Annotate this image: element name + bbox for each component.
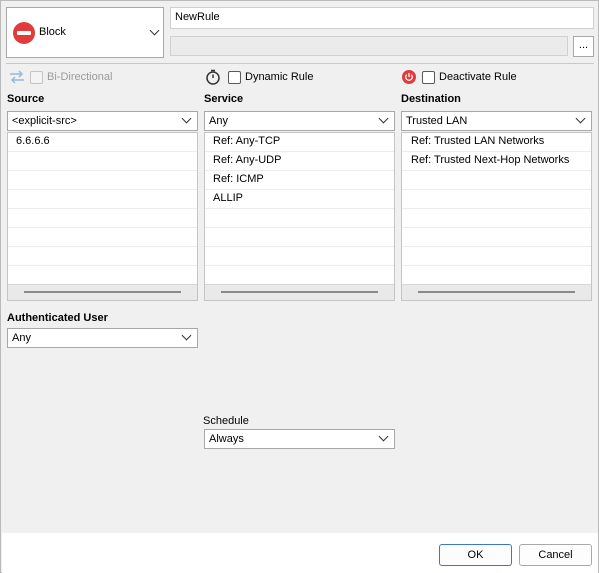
deactivate-rule-option[interactable]: Deactivate Rule [402, 68, 517, 86]
bidirectional-checkbox[interactable] [30, 70, 43, 84]
list-item[interactable]: Ref: Trusted Next-Hop Networks [402, 152, 591, 171]
action-label: Block [39, 26, 66, 38]
content-area: Block NewRule ... Bi-Directional Dynamic… [2, 2, 598, 533]
chevron-down-icon [575, 113, 586, 124]
authenticated-user-select-value: Any [12, 332, 31, 344]
chevron-down-icon [149, 25, 160, 36]
service-heading: Service [204, 93, 244, 105]
list-item[interactable]: 6.6.6.6 [8, 133, 197, 152]
authenticated-user-heading: Authenticated User [7, 312, 108, 324]
scrollbar-thumb[interactable] [418, 291, 575, 293]
list-item[interactable]: Ref: Trusted LAN Networks [402, 133, 591, 152]
list-item [205, 209, 394, 228]
chevron-down-icon [378, 113, 389, 124]
list-item [402, 228, 591, 247]
service-select-value: Any [209, 115, 228, 127]
service-list[interactable]: Ref: Any-TCP Ref: Any-UDP Ref: ICMP ALLI… [204, 132, 395, 301]
deactivate-rule-label: Deactivate Rule [439, 71, 517, 83]
list-item [402, 209, 591, 228]
list-item [402, 190, 591, 209]
list-item [8, 171, 197, 190]
source-list[interactable]: 6.6.6.6 [7, 132, 198, 301]
service-select[interactable]: Any [204, 111, 395, 131]
list-item [8, 152, 197, 171]
chevron-down-icon [181, 330, 192, 341]
dynamic-rule-option[interactable]: Dynamic Rule [205, 68, 313, 86]
scrollbar-thumb[interactable] [221, 291, 378, 293]
destination-list[interactable]: Ref: Trusted LAN Networks Ref: Trusted N… [401, 132, 592, 301]
list-item[interactable]: Ref: Any-UDP [205, 152, 394, 171]
ok-button[interactable]: OK [439, 544, 512, 566]
horizontal-scrollbar[interactable] [205, 284, 394, 300]
bidirectional-option[interactable]: Bi-Directional [8, 68, 112, 86]
list-item[interactable]: ALLIP [205, 190, 394, 209]
scrollbar-thumb[interactable] [24, 291, 181, 293]
button-bar: OK Cancel [2, 533, 598, 573]
block-icon [13, 22, 35, 44]
dynamic-rule-label: Dynamic Rule [245, 71, 314, 83]
rule-comment-input[interactable] [170, 36, 568, 56]
list-item [8, 209, 197, 228]
list-item [205, 247, 394, 266]
authenticated-user-select[interactable]: Any [7, 328, 198, 348]
destination-heading: Destination [401, 93, 461, 105]
destination-select[interactable]: Trusted LAN [401, 111, 592, 131]
more-button[interactable]: ... [573, 36, 594, 57]
cancel-button[interactable]: Cancel [519, 544, 592, 566]
action-dropdown[interactable]: Block [6, 7, 164, 58]
list-item [402, 247, 591, 266]
schedule-select-value: Always [209, 433, 244, 445]
horizontal-scrollbar[interactable] [402, 284, 591, 300]
horizontal-scrollbar[interactable] [8, 284, 197, 300]
list-item[interactable]: Ref: Any-TCP [205, 133, 394, 152]
bidirectional-label: Bi-Directional [47, 71, 113, 83]
deactivate-rule-checkbox[interactable] [422, 70, 435, 84]
source-heading: Source [7, 93, 45, 105]
power-icon [402, 70, 416, 84]
list-item [8, 190, 197, 209]
schedule-label: Schedule [203, 415, 249, 427]
list-item [8, 228, 197, 247]
list-item [205, 228, 394, 247]
dynamic-rule-checkbox[interactable] [228, 70, 241, 84]
rule-editor-window: Block NewRule ... Bi-Directional Dynamic… [0, 0, 599, 573]
list-item [8, 247, 197, 266]
timer-icon [206, 69, 220, 85]
schedule-select[interactable]: Always [204, 429, 395, 449]
divider [6, 63, 594, 64]
bidirectional-arrows-icon [10, 70, 24, 84]
rule-name-input[interactable]: NewRule [170, 7, 594, 29]
chevron-down-icon [378, 431, 389, 442]
list-item[interactable]: Ref: ICMP [205, 171, 394, 190]
list-item [402, 171, 591, 190]
chevron-down-icon [181, 113, 192, 124]
source-select[interactable]: <explicit-src> [7, 111, 198, 131]
destination-select-value: Trusted LAN [406, 115, 468, 127]
source-select-value: <explicit-src> [12, 115, 77, 127]
